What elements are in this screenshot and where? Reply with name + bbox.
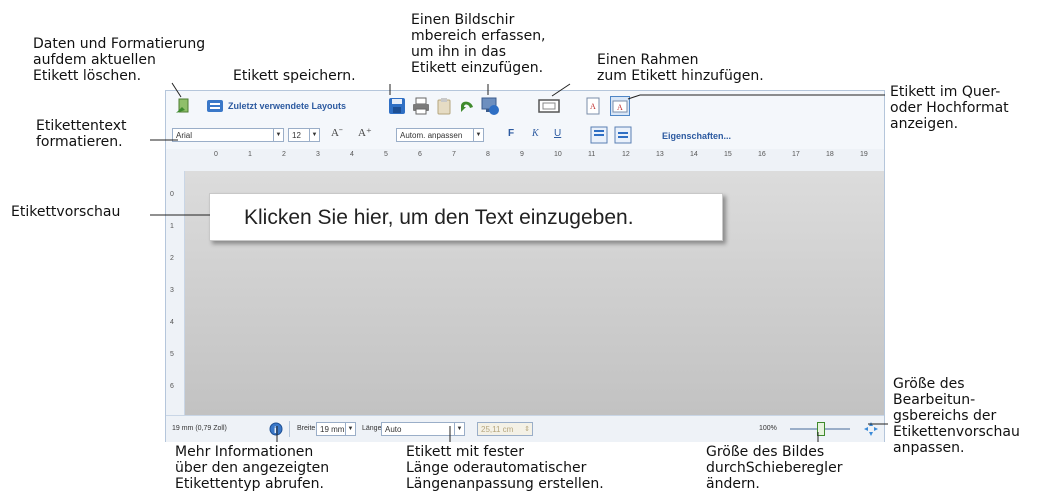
callout-lines bbox=[150, 82, 888, 442]
